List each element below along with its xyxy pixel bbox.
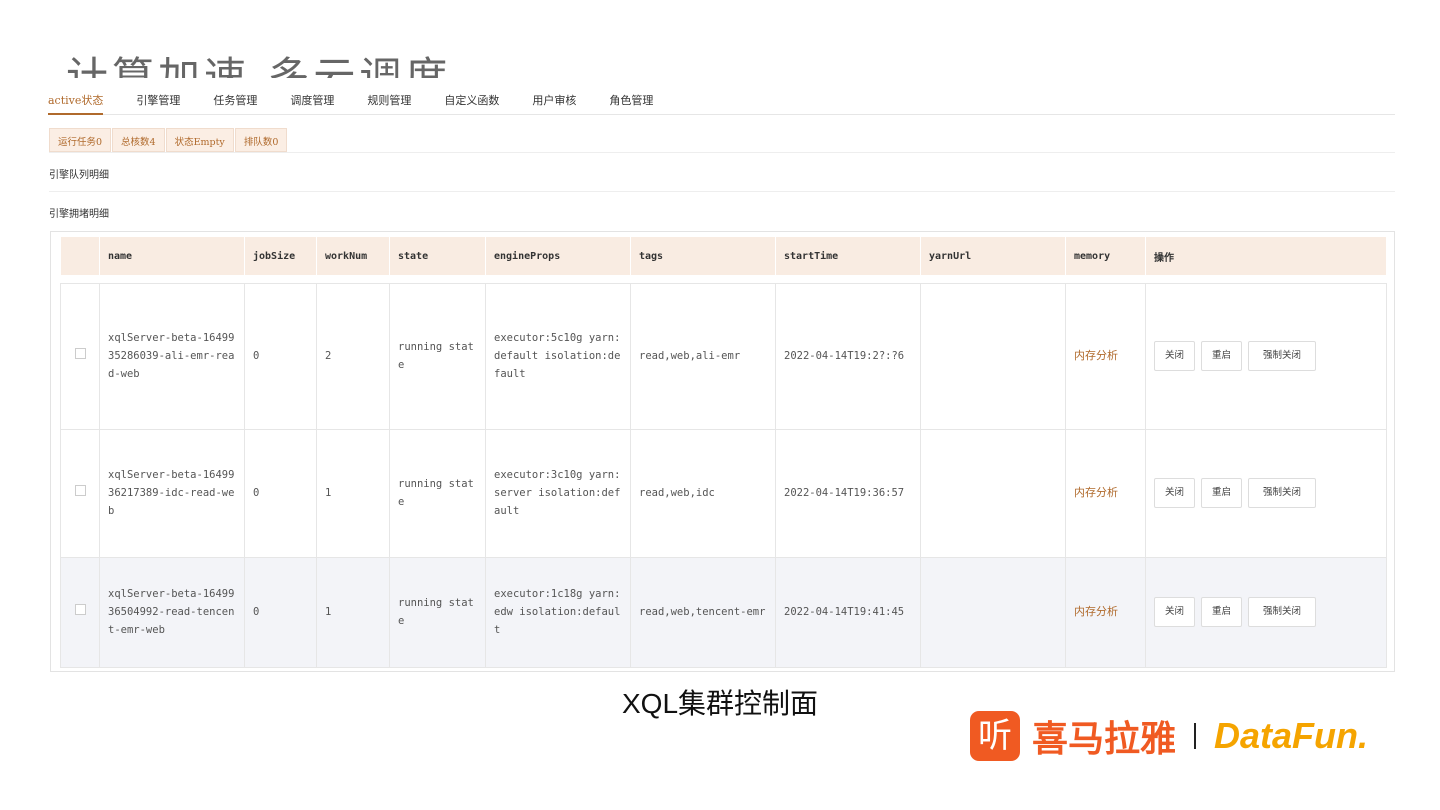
- cell-state: running state: [389, 282, 486, 430]
- restart-button[interactable]: 重启: [1201, 478, 1243, 508]
- col-tags: tags: [630, 237, 776, 275]
- col-actions: 操作: [1145, 237, 1387, 275]
- tab-bar: active状态 引擎管理 任务管理 调度管理 规则管理 自定义函数 用户审核 …: [48, 88, 1395, 115]
- datafun-logo: DataFun.: [1214, 715, 1369, 756]
- cell-tags: read,web,idc: [630, 428, 776, 558]
- cell-starttime: 2022-04-14T19:36:57: [775, 428, 921, 558]
- cell-state: running state: [389, 428, 486, 558]
- tab-role-management[interactable]: 角色管理: [609, 88, 653, 114]
- col-yarnurl: yarnUrl: [920, 237, 1066, 275]
- row-checkbox-cell: [60, 282, 100, 430]
- memory-analysis-link[interactable]: 内存分析: [1074, 349, 1118, 362]
- cell-engineprops: executor:5c10g yarn:default isolation:de…: [485, 282, 631, 430]
- cell-tags: read,web,ali-emr: [630, 282, 776, 430]
- col-state: state: [389, 237, 486, 275]
- col-engineprops: engineProps: [485, 237, 631, 275]
- cell-yarnurl: [920, 556, 1066, 668]
- cell-yarnurl: [920, 428, 1066, 558]
- col-memory: memory: [1065, 237, 1146, 275]
- engine-table: name jobSize workNum state engineProps t…: [60, 237, 1387, 668]
- table-row: xqlServer-beta-1649936217389-idc-read-we…: [60, 428, 1387, 558]
- row-checkbox-cell: [60, 556, 100, 668]
- table-row: xqlServer-beta-1649935286039-ali-emr-rea…: [60, 282, 1387, 430]
- cell-worknum: 1: [316, 556, 390, 668]
- tab-schedule-management[interactable]: 调度管理: [290, 88, 334, 114]
- cell-actions: 关闭 重启 强制关闭: [1145, 282, 1387, 430]
- header-checkbox-cell: [60, 237, 100, 275]
- cell-memory: 内存分析: [1065, 556, 1146, 668]
- engine-blocked-section[interactable]: 引擎拥堵明细: [49, 205, 109, 220]
- col-name: name: [99, 237, 245, 275]
- logo-separator: [1194, 723, 1197, 749]
- memory-analysis-link[interactable]: 内存分析: [1074, 486, 1118, 499]
- ximalaya-wordmark: 喜马拉雅: [1032, 718, 1177, 759]
- ximalaya-icon: 听: [970, 711, 1020, 761]
- cell-yarnurl: [920, 282, 1066, 430]
- divider: [49, 152, 1395, 153]
- tab-custom-functions[interactable]: 自定义函数: [444, 88, 499, 114]
- row-checkbox[interactable]: [74, 485, 86, 496]
- col-worknum: workNum: [316, 237, 390, 275]
- col-jobsize: jobSize: [244, 237, 317, 275]
- ximalaya-logo: 听 喜马拉雅 DataFun.: [970, 710, 1368, 762]
- cell-starttime: 2022-04-14T19:2?:?6: [775, 282, 921, 430]
- cell-worknum: 2: [316, 282, 390, 430]
- cell-name: xqlServer-beta-1649935286039-ali-emr-rea…: [99, 282, 245, 430]
- restart-button[interactable]: 重启: [1201, 341, 1243, 371]
- row-checkbox-cell: [60, 428, 100, 558]
- row-checkbox[interactable]: [74, 604, 86, 615]
- table-row: xqlServer-beta-1649936504992-read-tencen…: [60, 556, 1387, 668]
- slide-title: 计算加速 多云调度: [66, 53, 452, 78]
- cell-state: running state: [389, 556, 486, 668]
- close-button[interactable]: 关闭: [1154, 341, 1196, 371]
- tab-engine-management[interactable]: 引擎管理: [136, 88, 180, 114]
- cell-name: xqlServer-beta-1649936217389-idc-read-we…: [99, 428, 245, 558]
- cell-starttime: 2022-04-14T19:41:45: [775, 556, 921, 668]
- cell-memory: 内存分析: [1065, 428, 1146, 558]
- cell-name: xqlServer-beta-1649936504992-read-tencen…: [99, 556, 245, 668]
- engine-queue-section[interactable]: 引擎队列明细: [49, 166, 109, 181]
- restart-button[interactable]: 重启: [1201, 597, 1243, 627]
- tab-active-status[interactable]: active状态: [48, 88, 104, 115]
- force-close-button[interactable]: 强制关闭: [1248, 597, 1317, 627]
- tab-rule-management[interactable]: 规则管理: [367, 88, 411, 114]
- cell-engineprops: executor:1c18g yarn:edw isolation:defaul…: [485, 556, 631, 668]
- state-badge: 状态Empty: [165, 128, 234, 152]
- cell-worknum: 1: [316, 428, 390, 558]
- table-header: name jobSize workNum state engineProps t…: [60, 237, 1387, 275]
- cell-jobsize: 0: [244, 282, 317, 430]
- cell-jobsize: 0: [244, 428, 317, 558]
- cell-memory: 内存分析: [1065, 282, 1146, 430]
- cell-actions: 关闭 重启 强制关闭: [1145, 556, 1387, 668]
- cell-engineprops: executor:3c10g yarn:server isolation:def…: [485, 428, 631, 558]
- memory-analysis-link[interactable]: 内存分析: [1074, 605, 1118, 618]
- engine-table-panel: name jobSize workNum state engineProps t…: [50, 231, 1395, 672]
- divider: [49, 191, 1395, 192]
- cell-jobsize: 0: [244, 556, 317, 668]
- close-button[interactable]: 关闭: [1154, 597, 1196, 627]
- force-close-button[interactable]: 强制关闭: [1248, 341, 1317, 371]
- total-cores-badge: 总核数4: [112, 128, 165, 152]
- cell-actions: 关闭 重启 强制关闭: [1145, 428, 1387, 558]
- col-starttime: startTime: [775, 237, 921, 275]
- status-badges: 运行任务0 总核数4 状态Empty 排队数0: [49, 128, 288, 152]
- force-close-button[interactable]: 强制关闭: [1248, 478, 1317, 508]
- cell-tags: read,web,tencent-emr: [630, 556, 776, 668]
- running-tasks-badge: 运行任务0: [49, 128, 112, 152]
- queue-count-badge: 排队数0: [234, 128, 288, 152]
- row-checkbox[interactable]: [74, 348, 86, 359]
- close-button[interactable]: 关闭: [1154, 478, 1196, 508]
- tab-task-management[interactable]: 任务管理: [213, 88, 257, 114]
- tab-user-review[interactable]: 用户审核: [532, 88, 576, 114]
